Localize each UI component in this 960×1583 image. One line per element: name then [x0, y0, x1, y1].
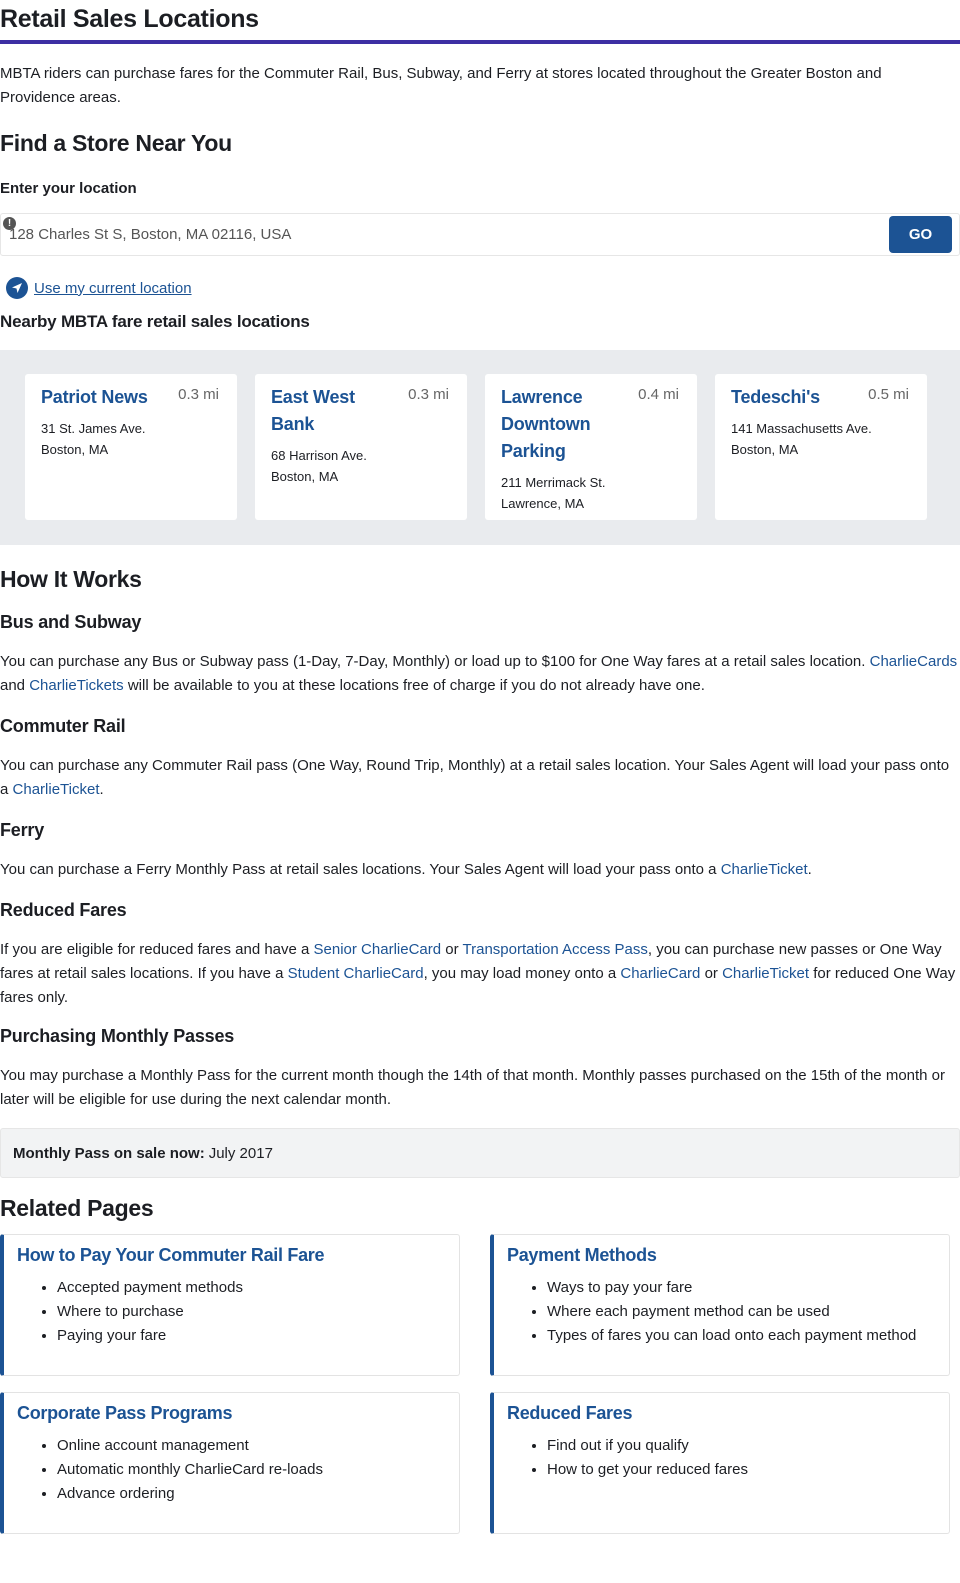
text-segment: , you may load money onto a	[423, 965, 621, 982]
store-name[interactable]: Lawrence Downtown Parking	[501, 384, 626, 465]
use-current-location[interactable]: Use my current location	[0, 277, 960, 299]
commuter-rail-heading: Commuter Rail	[0, 716, 126, 736]
location-search: ! GO	[0, 213, 960, 256]
store-list: Patriot News 0.3 mi 31 St. James Ave. Bo…	[0, 350, 960, 545]
text-segment: You can purchase any Bus or Subway pass …	[0, 653, 866, 670]
page: Retail Sales Locations MBTA riders can p…	[0, 0, 960, 1549]
charlieticket-link[interactable]: CharlieTicket	[722, 965, 809, 982]
store-city: Boston, MA	[41, 442, 109, 457]
store-distance: 0.4 mi	[638, 386, 679, 403]
charlietickets-link[interactable]: CharlieTickets	[29, 677, 123, 694]
related-card-title[interactable]: How to Pay Your Commuter Rail Fare	[17, 1245, 445, 1266]
related-pages-grid: How to Pay Your Commuter Rail Fare Accep…	[0, 1234, 960, 1549]
related-card-title[interactable]: Payment Methods	[507, 1245, 935, 1266]
bus-subway-heading: Bus and Subway	[0, 612, 142, 632]
ferry-heading: Ferry	[0, 820, 45, 840]
related-card[interactable]: Reduced Fares Find out if you qualify Ho…	[490, 1392, 950, 1534]
charliecards-link[interactable]: CharlieCards	[870, 653, 958, 670]
location-arrow-icon	[6, 277, 28, 299]
store-name[interactable]: Patriot News	[41, 384, 166, 411]
text-segment: You can purchase any Commuter Rail pass …	[0, 757, 950, 798]
store-card[interactable]: Tedeschi's 0.5 mi 141 Massachusetts Ave.…	[715, 374, 927, 520]
go-button[interactable]: GO	[889, 216, 952, 253]
sale-value: July 2017	[208, 1144, 273, 1162]
intro-text: MBTA riders can purchase fares for the C…	[0, 65, 882, 106]
store-city: Boston, MA	[271, 469, 339, 484]
store-distance: 0.3 mi	[408, 386, 449, 403]
commuter-rail-text: You can purchase any Commuter Rail pass …	[0, 754, 960, 802]
related-card-list: Online account management Automatic mont…	[17, 1434, 445, 1506]
store-street: 68 Harrison Ave.	[271, 448, 367, 463]
related-card[interactable]: Corporate Pass Programs Online account m…	[0, 1392, 460, 1534]
ferry-text: You can purchase a Ferry Monthly Pass at…	[0, 858, 960, 882]
monthly-passes-text: You may purchase a Monthly Pass for the …	[0, 1067, 946, 1108]
monthly-passes-heading: Purchasing Monthly Passes	[0, 1026, 235, 1046]
location-label: Enter your location	[0, 180, 137, 197]
title-divider	[0, 40, 960, 44]
store-name[interactable]: East West Bank	[271, 384, 396, 438]
list-item: Advance ordering	[57, 1482, 445, 1506]
page-title: Retail Sales Locations	[0, 5, 259, 33]
monthly-pass-sale-box: Monthly Pass on sale now: July 2017	[0, 1128, 960, 1178]
store-card[interactable]: East West Bank 0.3 mi 68 Harrison Ave. B…	[255, 374, 467, 520]
list-item: Paying your fare	[57, 1324, 445, 1348]
sale-label: Monthly Pass on sale now:	[13, 1144, 205, 1162]
related-card-list: Ways to pay your fare Where each payment…	[507, 1276, 935, 1348]
text-segment: or	[700, 965, 723, 982]
related-card-title[interactable]: Reduced Fares	[507, 1403, 935, 1424]
text-segment: .	[807, 861, 812, 878]
store-street: 141 Massachusetts Ave.	[731, 421, 872, 436]
store-address: 141 Massachusetts Ave. Boston, MA	[731, 418, 911, 460]
how-it-works-heading: How It Works	[0, 566, 142, 592]
list-item: Automatic monthly CharlieCard re-loads	[57, 1458, 445, 1482]
store-distance: 0.3 mi	[178, 386, 219, 403]
reduced-fares-heading: Reduced Fares	[0, 900, 127, 920]
charlieticket-link[interactable]: CharlieTicket	[721, 861, 808, 878]
find-store-heading: Find a Store Near You	[0, 130, 232, 156]
text-segment: .	[99, 781, 104, 798]
related-card-list: Accepted payment methods Where to purcha…	[17, 1276, 445, 1348]
related-card[interactable]: Payment Methods Ways to pay your fare Wh…	[490, 1234, 950, 1376]
store-address: 31 St. James Ave. Boston, MA	[41, 418, 221, 460]
senior-charliecard-link[interactable]: Senior CharlieCard	[314, 941, 442, 958]
store-name[interactable]: Tedeschi's	[731, 384, 856, 411]
text-segment: If you are eligible for reduced fares an…	[0, 941, 314, 958]
store-card[interactable]: Lawrence Downtown Parking 0.4 mi 211 Mer…	[485, 374, 697, 520]
list-item: Where to purchase	[57, 1300, 445, 1324]
store-city: Boston, MA	[731, 442, 799, 457]
student-charliecard-link[interactable]: Student CharlieCard	[288, 965, 424, 982]
reduced-fares-text: If you are eligible for reduced fares an…	[0, 938, 960, 1010]
text-segment: or	[441, 941, 463, 958]
related-pages-heading: Related Pages	[0, 1195, 154, 1221]
store-street: 31 St. James Ave.	[41, 421, 146, 436]
nearby-heading: Nearby MBTA fare retail sales locations	[0, 312, 310, 331]
list-item: Ways to pay your fare	[547, 1276, 935, 1300]
store-address: 68 Harrison Ave. Boston, MA	[271, 445, 451, 487]
text-segment: You can purchase a Ferry Monthly Pass at…	[0, 861, 721, 878]
transportation-access-pass-link[interactable]: Transportation Access Pass	[463, 941, 648, 958]
store-distance: 0.5 mi	[868, 386, 909, 403]
text-segment: will be available to you at these locati…	[123, 677, 705, 694]
store-card[interactable]: Patriot News 0.3 mi 31 St. James Ave. Bo…	[25, 374, 237, 520]
related-card-title[interactable]: Corporate Pass Programs	[17, 1403, 445, 1424]
related-card-list: Find out if you qualify How to get your …	[507, 1434, 935, 1482]
store-street: 211 Merrimack St.	[501, 475, 606, 490]
text-segment: and	[0, 677, 30, 694]
use-current-location-link[interactable]: Use my current location	[34, 280, 192, 297]
related-card[interactable]: How to Pay Your Commuter Rail Fare Accep…	[0, 1234, 460, 1376]
list-item: Online account management	[57, 1434, 445, 1458]
charlieticket-link[interactable]: CharlieTicket	[13, 781, 100, 798]
list-item: How to get your reduced fares	[547, 1458, 935, 1482]
alert-icon: !	[3, 217, 16, 230]
bus-subway-text: You can purchase any Bus or Subway pass …	[0, 650, 960, 698]
list-item: Accepted payment methods	[57, 1276, 445, 1300]
store-city: Lawrence, MA	[501, 496, 585, 511]
list-item: Find out if you qualify	[547, 1434, 935, 1458]
list-item: Types of fares you can load onto each pa…	[547, 1324, 935, 1348]
charliecard-link[interactable]: CharlieCard	[620, 965, 700, 982]
location-input[interactable]	[1, 214, 889, 255]
store-address: 211 Merrimack St. Lawrence, MA	[501, 472, 681, 514]
list-item: Where each payment method can be used	[547, 1300, 935, 1324]
